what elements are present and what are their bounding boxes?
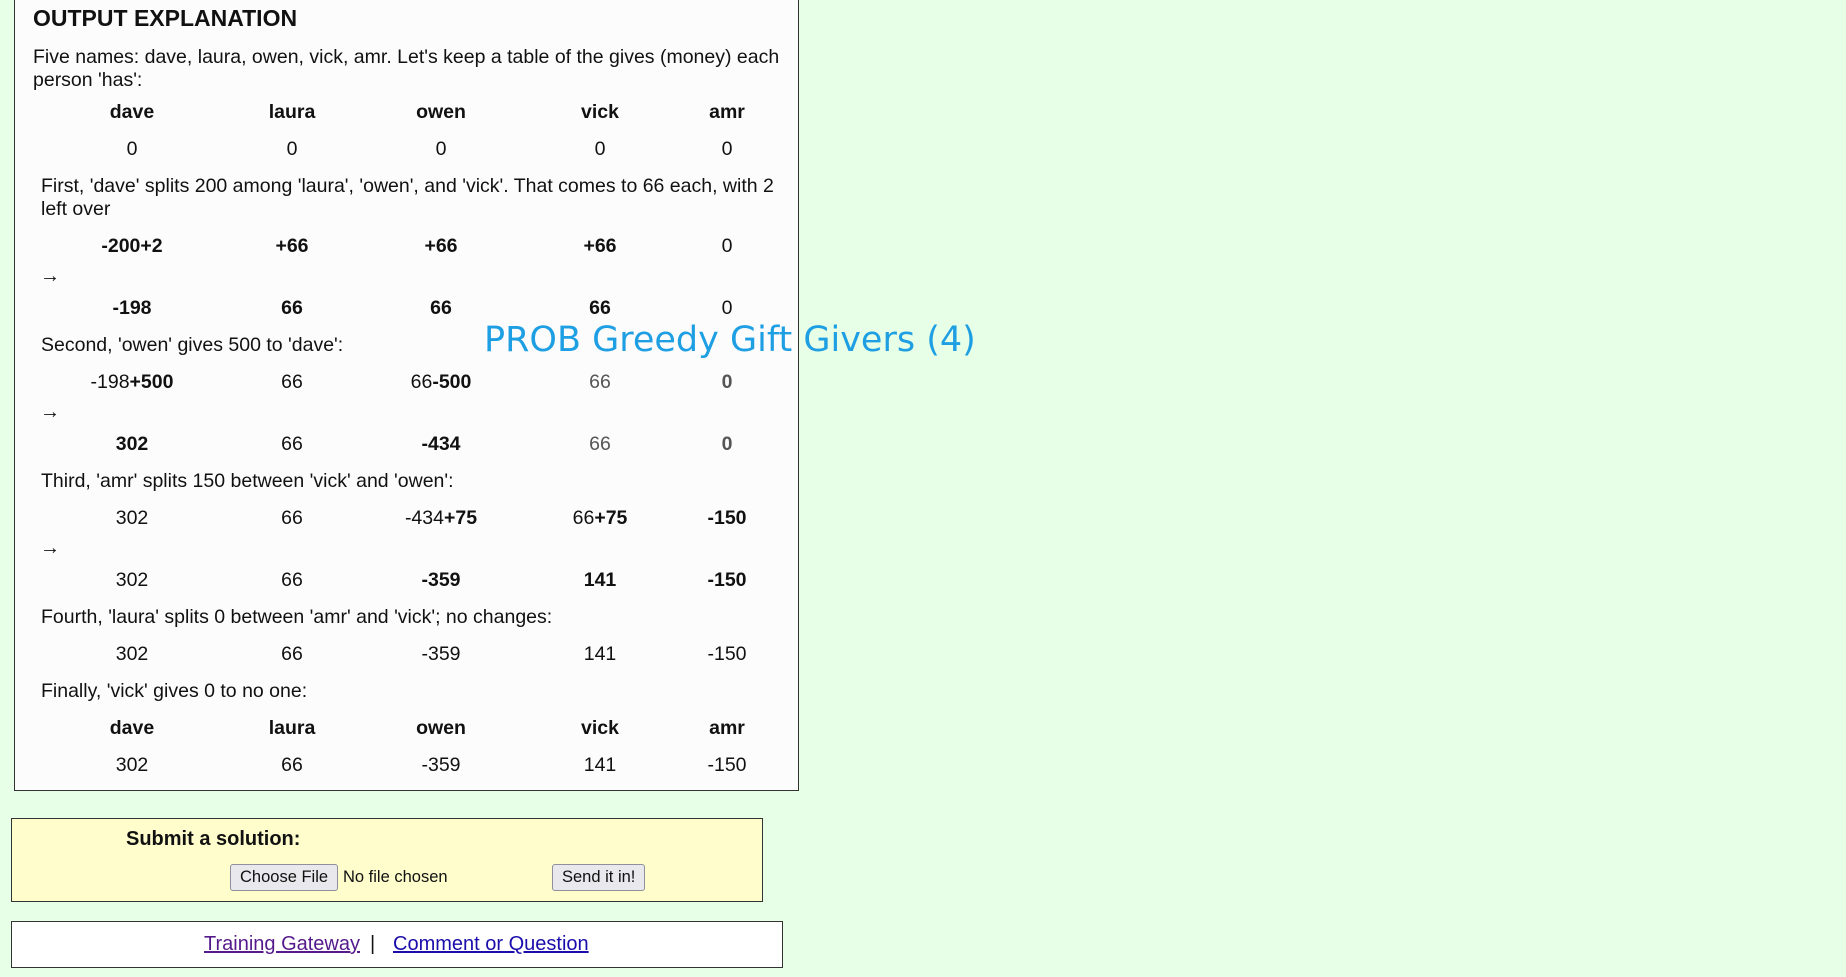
change-cell: +66 (275, 235, 309, 257)
step1-changes-row: -200+2 +66 +66 +66 0 (15, 235, 800, 261)
submit-solution-panel: Submit a solution: Choose File No file c… (11, 818, 763, 902)
result-cell: -434 (421, 433, 461, 455)
value-cell: 0 (721, 138, 733, 160)
value-cell: 0 (435, 138, 447, 160)
right-arrow-icon: → (40, 265, 60, 287)
change-cell: -434+75 (404, 507, 478, 529)
name-cell: owen (416, 717, 466, 739)
right-arrow-icon: → (40, 537, 60, 559)
result-cell: 66 (281, 569, 303, 591)
names-header-row: dave laura owen vick amr (15, 101, 800, 127)
result-cell: -198 (112, 297, 152, 319)
value-cell: 0 (286, 138, 298, 160)
result-cell: 0 (721, 297, 733, 319)
result-cell: 302 (115, 569, 149, 591)
value-cell: 0 (126, 138, 138, 160)
name-cell: laura (268, 717, 316, 739)
value-cell: -150 (707, 643, 747, 665)
value-cell: -359 (421, 643, 461, 665)
step2-changes-row: -198+500 66 66-500 66 0 (15, 371, 800, 397)
name-cell: dave (109, 717, 155, 739)
change-cell: +66 (424, 235, 458, 257)
intro-text: Five names: dave, laura, owen, vick, amr… (33, 46, 780, 91)
step3-text: Third, 'amr' splits 150 between 'vick' a… (41, 470, 454, 492)
comment-question-link[interactable]: Comment or Question (393, 933, 589, 956)
initial-values-row: 0 0 0 0 0 (15, 138, 800, 164)
change-cell: 66-500 (410, 371, 472, 393)
value-cell: 302 (115, 754, 149, 776)
output-explanation-panel: OUTPUT EXPLANATION Five names: dave, lau… (14, 0, 799, 791)
name-cell: dave (109, 101, 155, 123)
value-cell: 302 (115, 643, 149, 665)
result-cell: 0 (721, 433, 733, 455)
result-cell: 66 (430, 297, 452, 319)
change-cell: 302 (115, 507, 149, 529)
result-cell: -359 (421, 569, 461, 591)
choose-file-button[interactable]: Choose File (230, 864, 339, 891)
final-names-row: dave laura owen vick amr (15, 717, 800, 743)
change-cell: -198+500 (90, 371, 174, 393)
step1-text: First, 'dave' splits 200 among 'laura', … (41, 175, 774, 220)
value-cell: 66 (281, 754, 303, 776)
step3-changes-row: 302 66 -434+75 66+75 -150 (15, 507, 800, 533)
name-cell: laura (268, 101, 316, 123)
send-it-in-button[interactable]: Send it in! (552, 864, 646, 891)
file-status-label: No file chosen (343, 868, 448, 886)
result-cell: 66 (281, 433, 303, 455)
output-explanation-heading: OUTPUT EXPLANATION (33, 5, 298, 31)
result-cell: 302 (115, 433, 149, 455)
step4-values-row: 302 66 -359 141 -150 (15, 643, 800, 669)
step2-result-row: 302 66 -434 66 0 (15, 433, 800, 459)
value-cell: 66 (281, 643, 303, 665)
final-text: Finally, 'vick' gives 0 to no one: (41, 680, 308, 702)
change-cell: -150 (707, 507, 747, 529)
name-cell: owen (416, 101, 466, 123)
change-cell: 66 (281, 507, 303, 529)
name-cell: amr (709, 717, 745, 739)
result-cell: -150 (707, 569, 747, 591)
name-cell: amr (709, 101, 745, 123)
change-cell: 0 (721, 235, 733, 257)
final-values-row: 302 66 -359 141 -150 (15, 754, 800, 780)
right-arrow-icon: → (40, 401, 60, 423)
change-cell: -200+2 (101, 235, 163, 257)
step3-result-row: 302 66 -359 141 -150 (15, 569, 800, 595)
submit-title: Submit a solution: (126, 828, 301, 850)
nav-separator: | (370, 933, 376, 955)
change-cell: 66 (281, 371, 303, 393)
value-cell: -150 (707, 754, 747, 776)
step1-result-row: -198 66 66 66 0 (15, 297, 800, 323)
value-cell: -359 (421, 754, 461, 776)
step2-text: Second, 'owen' gives 500 to 'dave': (41, 334, 344, 356)
training-gateway-link[interactable]: Training Gateway (204, 933, 360, 956)
step4-text: Fourth, 'laura' splits 0 between 'amr' a… (41, 606, 553, 628)
footer-nav: Training Gateway | Comment or Question (11, 921, 783, 968)
result-cell: 66 (281, 297, 303, 319)
change-cell: 0 (721, 371, 733, 393)
